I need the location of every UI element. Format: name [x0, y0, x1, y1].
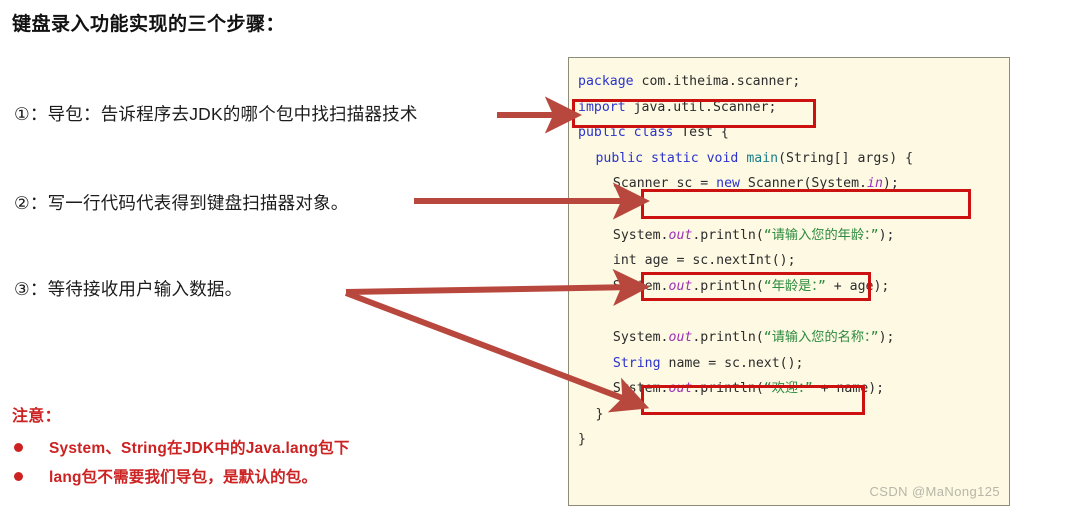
bullet-icon: [14, 442, 23, 452]
step-item-2: ②：写一行代码代表得到键盘扫描器对象。: [14, 193, 349, 213]
code-token: .println(: [692, 227, 764, 243]
notice-block: 注意： System、String在JDK中的Java.lang包下 lang包…: [12, 402, 350, 494]
notice-item-2-text: lang包不需要我们导包，是默认的包。: [49, 469, 318, 486]
code-line-9: System.out.println(“年龄是：” + age);: [578, 274, 1009, 300]
code-line-3: public class Test {: [578, 120, 1009, 146]
code-token: .println(: [692, 278, 764, 294]
code-token: int age = sc.nextInt();: [612, 253, 796, 269]
code-token: import: [578, 99, 626, 115]
notice-title: 注意：: [12, 408, 61, 425]
explanation-column: 键盘录入功能实现的三个步骤： ①：导包：告诉程序去JDK的哪个包中找扫描器技术 …: [0, 0, 568, 513]
code-line-2: import java.util.Scanner;: [578, 95, 1009, 121]
code-token: System.: [612, 329, 669, 345]
code-line-13: System.out.println(“欢迎：” + name);: [578, 376, 1009, 402]
code-line-7: System.out.println(“请输入您的年龄：”);: [578, 223, 1009, 249]
step-item-3: ③：等待接收用户输入数据。: [14, 279, 243, 299]
code-line-12: String name = sc.next();: [578, 351, 1009, 377]
code-token: }: [595, 406, 604, 422]
code-token: new: [716, 176, 740, 192]
code-token: package: [578, 74, 634, 89]
bullet-icon: [14, 471, 23, 481]
code-token: );: [878, 329, 895, 345]
code-token: out: [668, 381, 693, 397]
code-token: Scanner(System.: [739, 176, 868, 192]
code-token: String: [612, 355, 661, 371]
code-token: (String[] args) {: [778, 150, 914, 166]
code-token: name = sc.next();: [660, 355, 804, 371]
code-token: System.: [612, 278, 669, 294]
page-title: 键盘录入功能实现的三个步骤：: [12, 14, 286, 35]
notice-item-1-text: System、String在JDK中的Java.lang包下: [49, 440, 350, 457]
code-token: in: [867, 176, 883, 192]
code-token: public static void: [595, 150, 739, 166]
code-token: .println(: [692, 329, 764, 345]
notice-item-1: System、String在JDK中的Java.lang包下: [12, 436, 350, 458]
code-line-15: }: [578, 427, 1009, 453]
notice-item-2: lang包不需要我们导包，是默认的包。: [12, 465, 350, 487]
code-line-5: Scanner sc = new Scanner(System.in);: [578, 171, 1009, 197]
code-token: main: [746, 150, 779, 166]
code-token: public class: [578, 125, 674, 141]
code-token: Scanner sc =: [612, 176, 717, 192]
code-token: “请输入您的名称：”: [763, 329, 879, 345]
code-token: out: [668, 278, 693, 294]
code-token: System.: [612, 381, 669, 397]
code-token: }: [578, 432, 586, 448]
code-line-4: public static void main(String[] args) {: [578, 146, 1009, 172]
code-token: + name);: [812, 381, 885, 397]
code-token: .println(: [692, 381, 764, 397]
code-listing: package com.itheima.scanner; import java.…: [569, 58, 1009, 505]
code-token: );: [878, 227, 895, 243]
code-token: “欢迎：”: [763, 381, 813, 397]
code-token: + age);: [825, 278, 890, 294]
code-token: out: [668, 227, 693, 243]
code-line-14: }: [578, 402, 1009, 428]
code-token: com.itheima.scanner;: [633, 74, 801, 89]
code-token: Test {: [673, 125, 729, 141]
code-token: System.: [612, 227, 669, 243]
code-token: java.util.Scanner;: [625, 99, 777, 115]
watermark: CSDN @MaNong125: [869, 484, 1000, 499]
code-panel: package com.itheima.scanner; import java.…: [568, 57, 1010, 506]
code-token: out: [668, 329, 693, 345]
code-token: “请输入您的年龄：”: [763, 227, 879, 243]
code-line-8: int age = sc.nextInt();: [578, 248, 1009, 274]
code-line-11: System.out.println(“请输入您的名称：”);: [578, 325, 1009, 351]
code-token: “年龄是：”: [763, 278, 826, 294]
step-item-1: ①：导包：告诉程序去JDK的哪个包中找扫描器技术: [14, 104, 418, 124]
code-line-1: package com.itheima.scanner;: [578, 69, 1009, 95]
code-token: );: [882, 176, 899, 192]
